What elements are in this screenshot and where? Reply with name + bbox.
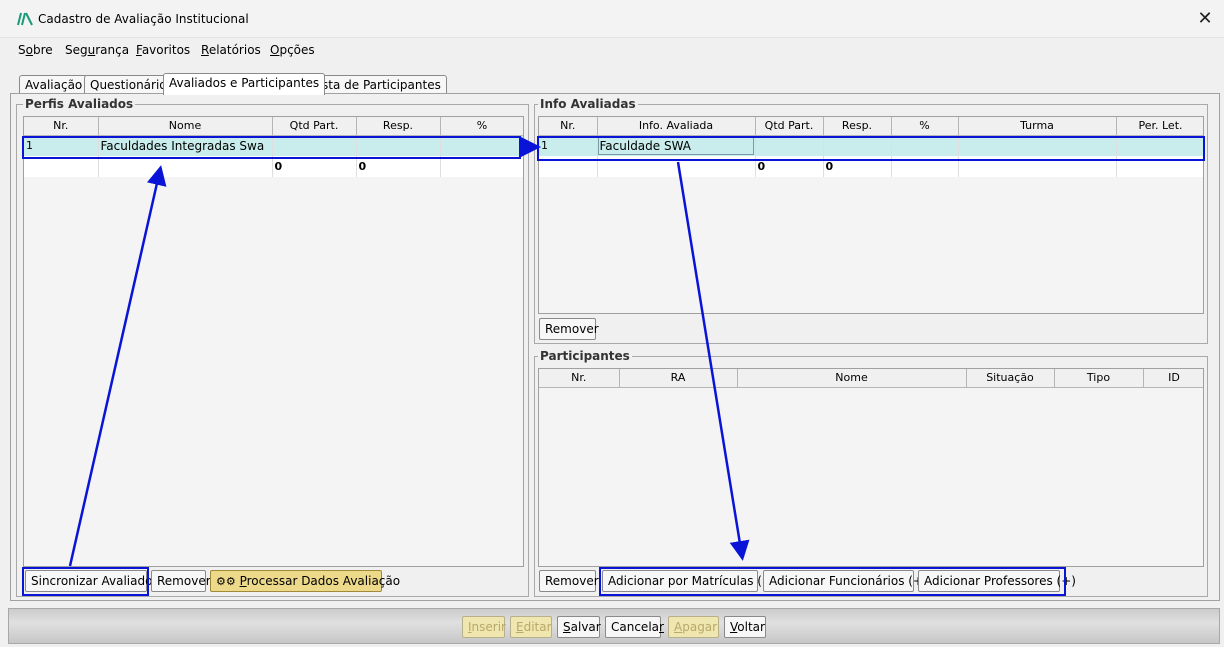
highlight-info-row [537,136,1205,161]
col-ra[interactable]: RA [619,369,738,388]
apagar-hotkey: A [674,620,683,634]
col-turma[interactable]: Turma [958,117,1117,136]
menu-bar: Sobre Segurança Favoritos Relatórios Opç… [8,38,1218,62]
col-nome[interactable]: Nome [737,369,967,388]
close-icon[interactable]: ✕ [1190,4,1220,34]
perfis-avaliados-title: Perfis Avaliados [23,97,136,111]
col-id[interactable]: ID [1143,369,1203,388]
voltar-label: oltar [737,620,765,634]
col-resp[interactable]: Resp. [356,117,441,136]
col-qtd-part[interactable]: Qtd Part. [272,117,357,136]
processar-dados-button[interactable]: ⚙⚙ Processar Dados Avaliação [210,570,400,592]
title-bar: Cadastro de Avaliação Institucional ✕ [0,0,1224,38]
editar-hotkey: E [516,620,524,634]
total-qtd-part: 0 [272,156,357,177]
editar-button[interactable]: Editar [510,616,552,638]
apagar-label: pagar [682,620,718,634]
window-title: Cadastro de Avaliação Institucional [38,12,249,26]
apagar-button[interactable]: Apagar [668,616,719,638]
totals-row: 0 0 [24,156,523,177]
salvar-label: alvar [570,620,601,634]
total-nr [24,156,99,177]
info-avaliadas-title: Info Avaliadas [538,97,638,111]
tab-avaliados-participantes[interactable]: Avaliados e Participantes [163,73,326,95]
salvar-button[interactable]: Salvar [557,616,601,638]
voltar-button[interactable]: Voltar [724,616,766,638]
highlight-perfil-row [22,136,521,159]
processar-hotkey: P [239,574,247,588]
col-nr[interactable]: Nr. [539,369,620,388]
col-resp[interactable]: Resp. [823,117,892,136]
perfis-grid[interactable]: Nr. Nome Qtd Part. Resp. % 1 Faculdades … [23,116,524,567]
tab-questionario[interactable]: Questionário [84,75,173,95]
highlight-adicionar-buttons [599,567,1066,596]
cancelar-label: Cancela [611,620,660,634]
cancelar-button[interactable]: Cancelar [605,616,664,638]
col-percent[interactable]: % [440,117,523,136]
col-nome[interactable]: Nome [98,117,273,136]
app-logo-icon [17,12,33,26]
editar-label: ditar [523,620,552,634]
col-qtd-part[interactable]: Qtd Part. [755,117,824,136]
participantes-grid[interactable]: Nr. RA Nome Situação Tipo ID [538,368,1204,567]
processar-label: rocessar Dados Avaliação [246,574,401,588]
col-per-let[interactable]: Per. Let. [1116,117,1203,136]
col-situacao[interactable]: Situação [966,369,1055,388]
inserir-label: nserir [471,620,506,634]
salvar-hotkey: S [563,620,571,634]
menu-sobre[interactable]: Sobre [18,43,53,57]
participantes-title: Participantes [538,349,632,363]
inserir-button[interactable]: Inserir [462,616,506,638]
cancelar-hotkey: r [659,620,664,634]
remover-participante-button[interactable]: Remover [539,570,599,592]
remover-info-button[interactable]: Remover [539,318,599,340]
col-nr[interactable]: Nr. [539,117,598,136]
tab-lista-participantes[interactable]: Lista de Participantes [306,75,447,95]
total-resp: 0 [356,156,441,177]
col-percent[interactable]: % [891,117,959,136]
menu-relatorios[interactable]: Relatórios [201,43,261,57]
tab-avaliacao[interactable]: Avaliação [19,75,89,95]
menu-opcoes[interactable]: Opções [270,43,315,57]
col-info-avaliada[interactable]: Info. Avaliada [597,117,756,136]
total-percent [440,156,523,177]
col-nr[interactable]: Nr. [24,117,99,136]
highlight-sincronizar [22,567,149,596]
total-nome [98,156,273,177]
gears-icon: ⚙⚙ [216,575,236,588]
col-tipo[interactable]: Tipo [1054,369,1144,388]
menu-seguranca[interactable]: Segurança [65,43,129,57]
menu-favoritos[interactable]: Favoritos [136,43,190,57]
remover-perfil-button[interactable]: Remover [151,570,211,592]
